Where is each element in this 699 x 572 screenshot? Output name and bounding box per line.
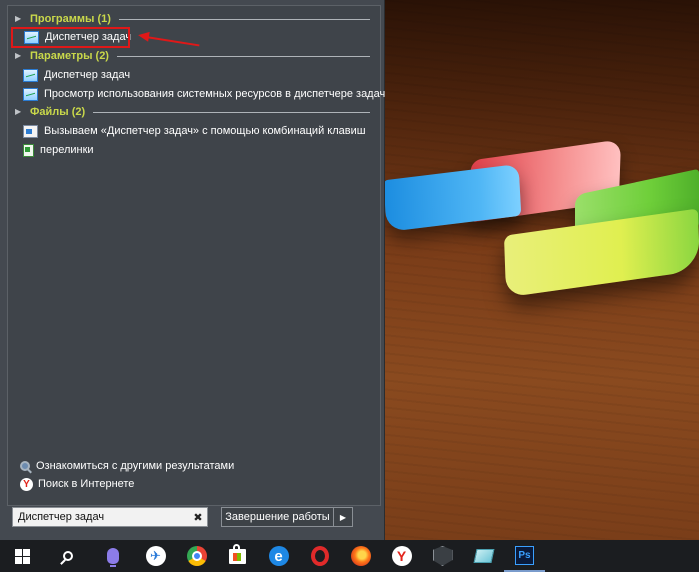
taskbar-app-yandex[interactable]: Y bbox=[381, 540, 422, 572]
taskbar-app-travel[interactable]: ✈ bbox=[135, 540, 176, 572]
group-header-label: Параметры (2) bbox=[30, 50, 109, 62]
yandex-browser-icon: Y bbox=[391, 546, 412, 566]
group-header-files[interactable]: ▶ Файлы (2) bbox=[15, 104, 370, 120]
taskbar-app-edge[interactable]: e bbox=[258, 540, 299, 572]
taskbar-search-button[interactable] bbox=[45, 540, 90, 572]
result-item-label: Вызываем «Диспетчер задач» с помощью ком… bbox=[44, 125, 366, 137]
taskbar-app-opera[interactable] bbox=[299, 540, 340, 572]
edge-icon: e bbox=[268, 546, 289, 566]
group-header-label: Программы (1) bbox=[30, 13, 111, 25]
taskbar-app-chrome[interactable] bbox=[176, 540, 217, 572]
result-item-file-article[interactable]: Вызываем «Диспетчер задач» с помощью ком… bbox=[23, 122, 366, 140]
task-manager-icon bbox=[23, 87, 38, 101]
group-divider bbox=[93, 111, 370, 113]
start-search-box: ✖ bbox=[12, 507, 208, 527]
annotation-arrow-head-icon bbox=[137, 30, 150, 42]
photoshop-icon: Ps bbox=[515, 545, 534, 565]
search-results-panel: ▶ Программы (1) Диспетчер задач ▶ Параме… bbox=[7, 5, 385, 506]
more-results-label: Ознакомиться с другими результатами bbox=[36, 460, 235, 472]
result-item-task-manager-setting[interactable]: Диспетчер задач bbox=[23, 66, 130, 84]
tanks-icon bbox=[432, 546, 453, 566]
collapse-caret-icon: ▶ bbox=[15, 107, 22, 116]
opera-icon bbox=[310, 546, 329, 566]
shutdown-button-group: Завершение работы ▶ bbox=[221, 507, 353, 527]
taskbar: ✈ e Y Ps bbox=[0, 540, 699, 572]
cortana-button[interactable] bbox=[90, 540, 135, 572]
collapse-caret-icon: ▶ bbox=[15, 14, 22, 23]
taskbar-app-notes[interactable] bbox=[463, 540, 504, 572]
start-search-input[interactable] bbox=[13, 509, 191, 525]
result-item-label: Просмотр использования системных ресурсо… bbox=[44, 88, 386, 100]
taskbar-app-photoshop[interactable]: Ps bbox=[504, 540, 545, 572]
more-results-link[interactable]: Ознакомиться с другими результатами bbox=[20, 458, 234, 474]
result-item-label: Диспетчер задач bbox=[44, 69, 131, 81]
search-icon bbox=[20, 461, 30, 471]
collapse-caret-icon: ▶ bbox=[15, 51, 22, 60]
wallpaper-flag-blue-pane bbox=[383, 163, 522, 233]
taskbar-app-firefox[interactable] bbox=[340, 540, 381, 572]
task-manager-icon bbox=[23, 68, 38, 82]
group-divider bbox=[118, 18, 370, 20]
wallpaper-flag-yellow-pane bbox=[503, 208, 699, 298]
store-icon bbox=[229, 543, 246, 564]
windows-logo-icon bbox=[15, 548, 30, 564]
taskbar-app-store[interactable] bbox=[217, 540, 258, 572]
group-header-programs[interactable]: ▶ Программы (1) bbox=[15, 11, 370, 27]
group-header-settings[interactable]: ▶ Параметры (2) bbox=[15, 48, 370, 64]
firefox-icon bbox=[350, 546, 371, 566]
highlight-box-annotation bbox=[11, 27, 130, 48]
document-icon bbox=[23, 124, 38, 138]
group-header-label: Файлы (2) bbox=[30, 106, 86, 118]
result-item-file-links[interactable]: перелинки bbox=[23, 141, 94, 159]
group-divider bbox=[116, 55, 370, 57]
clear-search-icon[interactable]: ✖ bbox=[191, 511, 205, 524]
spreadsheet-icon bbox=[23, 143, 34, 157]
shutdown-button[interactable]: Завершение работы bbox=[222, 508, 334, 526]
result-item-resource-usage-setting[interactable]: Просмотр использования системных ресурсо… bbox=[23, 85, 385, 103]
result-item-label: перелинки bbox=[40, 144, 94, 156]
notes-icon bbox=[473, 549, 494, 563]
shutdown-options-arrow-icon[interactable]: ▶ bbox=[334, 508, 352, 526]
taskbar-app-tanks[interactable] bbox=[422, 540, 463, 572]
microphone-icon bbox=[106, 548, 119, 567]
start-button[interactable] bbox=[0, 540, 45, 572]
web-search-link[interactable]: Y Поиск в Интернете bbox=[20, 476, 134, 492]
yandex-icon: Y bbox=[20, 477, 33, 491]
web-search-label: Поиск в Интернете bbox=[38, 478, 135, 490]
search-icon bbox=[62, 551, 73, 561]
plane-icon: ✈ bbox=[145, 546, 166, 566]
chrome-icon bbox=[186, 546, 207, 566]
start-menu: ▶ Программы (1) Диспетчер задач ▶ Параме… bbox=[0, 0, 385, 540]
